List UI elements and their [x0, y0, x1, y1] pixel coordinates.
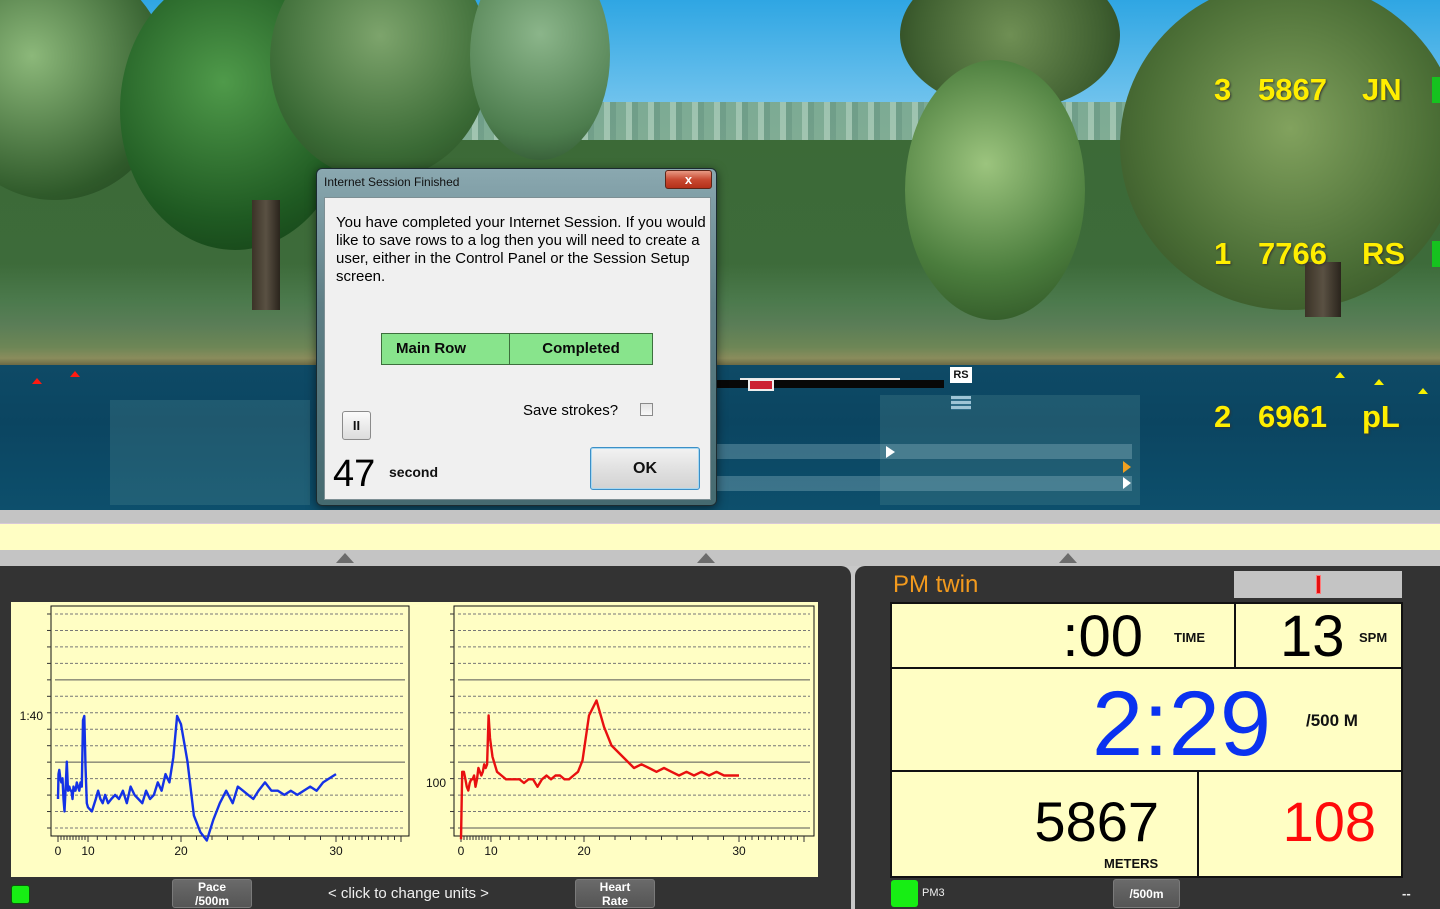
plot-frame	[50, 605, 410, 837]
session-status-cell: Completed	[542, 340, 620, 357]
divider	[892, 667, 1401, 669]
splitter-arrow-icon[interactable]	[1059, 553, 1077, 563]
save-strokes-label: Save strokes?	[523, 402, 619, 419]
leaderboard-row[interactable]: 2 6961 pL	[1214, 399, 1440, 435]
rowing-scene: RS 3 5867 JN 1 7766 RS 2 6961 pL	[0, 0, 1440, 510]
leaderboard-row[interactable]: 1 7766 RS	[1214, 236, 1440, 272]
divider	[892, 770, 1401, 772]
rowing-app: RS 3 5867 JN 1 7766 RS 2 6961 pL Interne…	[0, 0, 1440, 909]
buoy-icon	[1374, 379, 1384, 385]
buoy-icon	[70, 371, 80, 377]
splitter-bar[interactable]	[0, 550, 1440, 566]
monitor-name: PM3	[922, 887, 945, 899]
dialog-title: Internet Session Finished	[324, 175, 460, 189]
save-strokes-checkbox[interactable]	[640, 403, 653, 416]
meters-label: METERS	[1104, 856, 1159, 871]
x-tick-label: 0	[458, 844, 465, 858]
union-jack-flag-icon	[748, 379, 774, 391]
leader-color-chip	[1432, 77, 1440, 103]
heart-rate-chart[interactable]: 0 10 20 30 100	[418, 602, 818, 877]
session-status-table: Main Row Completed	[381, 333, 653, 365]
graph-panel: 0 10 20 30 1:40 0 10 20 30 100 Pace /500m < clic…	[0, 566, 851, 909]
pace-label: /500 M	[1306, 711, 1358, 730]
heart-rate-value: 108	[1282, 790, 1376, 853]
connection-status-led	[11, 885, 30, 904]
x-tick-label: 30	[732, 844, 746, 858]
x-tick-label: 10	[484, 844, 498, 858]
change-units-hint[interactable]: < click to change units >	[328, 885, 489, 902]
tree-trunk	[252, 200, 280, 310]
time-value: :00	[1062, 604, 1143, 669]
pm-status-dash: --	[1402, 886, 1411, 901]
leader-color-chip	[1432, 404, 1440, 430]
y-tick-label: 1:40	[20, 709, 44, 723]
lane-marker-icon	[1123, 477, 1131, 489]
performance-monitor-panel: PM twin :00 TIME 13 SPM 2:29 /500 M 5867…	[855, 566, 1440, 909]
pace-units-button[interactable]: Pace /500m	[172, 879, 252, 908]
lane-strip	[716, 444, 1132, 459]
meters-value: 5867	[1034, 790, 1159, 853]
leader-position: 1	[1214, 236, 1232, 271]
leader-color-chip	[1432, 241, 1440, 267]
lane-strip	[716, 476, 1132, 491]
ok-button[interactable]: OK	[590, 447, 700, 490]
heart-rate-units-button[interactable]: Heart Rate	[575, 879, 655, 908]
pace-chart[interactable]: 0 10 20 30 1:40	[11, 602, 416, 877]
session-finished-dialog: Internet Session Finished x You have com…	[316, 168, 717, 506]
session-name-cell: Main Row	[382, 334, 510, 364]
countdown-value: 47	[333, 453, 376, 495]
pm-display: :00 TIME 13 SPM 2:29 /500 M 5867 METERS …	[890, 602, 1403, 878]
countdown-unit: second	[389, 464, 439, 480]
x-tick-label: 20	[174, 844, 188, 858]
leader-position: 3	[1214, 72, 1232, 107]
leader-distance: 6961	[1258, 399, 1327, 434]
data-series-line	[459, 699, 739, 840]
x-tick-label: 0	[55, 844, 62, 858]
pm-title: PM twin	[893, 571, 979, 598]
buoy-icon	[32, 378, 42, 384]
water-reflection	[110, 400, 310, 505]
buoy-icon	[1335, 372, 1345, 378]
leader-distance: 5867	[1258, 72, 1327, 107]
spm-value: 13	[1280, 604, 1345, 669]
time-label: TIME	[1174, 630, 1206, 645]
tree	[905, 60, 1085, 320]
splitter-arrow-icon[interactable]	[336, 553, 354, 563]
pause-button[interactable]: II	[342, 411, 371, 440]
leader-distance: 7766	[1258, 236, 1327, 271]
pm-units-button[interactable]: /500m	[1113, 879, 1180, 908]
plot-frame	[453, 605, 815, 837]
x-tick-label: 10	[81, 844, 95, 858]
leaderboard-row[interactable]: 3 5867 JN	[1214, 72, 1440, 108]
force-curve-bar	[1234, 571, 1402, 598]
leader-name: JN	[1362, 72, 1402, 107]
pm-connection-led	[891, 880, 918, 907]
buoy-icon	[1418, 388, 1428, 394]
x-tick-label: 20	[577, 844, 591, 858]
leader-name: RS	[1362, 236, 1406, 271]
message-strip	[0, 523, 1440, 550]
divider	[1234, 604, 1236, 667]
boat-name-tag: RS	[950, 367, 972, 383]
scene-bottom-border	[0, 510, 1440, 523]
splitter-arrow-icon[interactable]	[697, 553, 715, 563]
divider	[1197, 770, 1199, 876]
boat-tag-reflection	[951, 396, 971, 410]
spm-label: SPM	[1359, 630, 1388, 645]
x-tick-label: 30	[329, 844, 343, 858]
dialog-body: You have completed your Internet Session…	[324, 197, 711, 500]
dialog-message: You have completed your Internet Session…	[336, 214, 706, 285]
y-tick-label: 100	[426, 776, 446, 790]
close-button[interactable]: x	[665, 170, 712, 189]
leader-position: 2	[1214, 399, 1232, 434]
graph-area: 0 10 20 30 1:40 0 10 20 30 100	[11, 602, 818, 877]
pace-value: 2:29	[1092, 673, 1272, 775]
force-curve-marker	[1316, 575, 1321, 594]
lane-marker-icon	[886, 446, 895, 458]
lane-marker-icon	[1123, 461, 1131, 473]
leader-name: pL	[1362, 399, 1400, 434]
